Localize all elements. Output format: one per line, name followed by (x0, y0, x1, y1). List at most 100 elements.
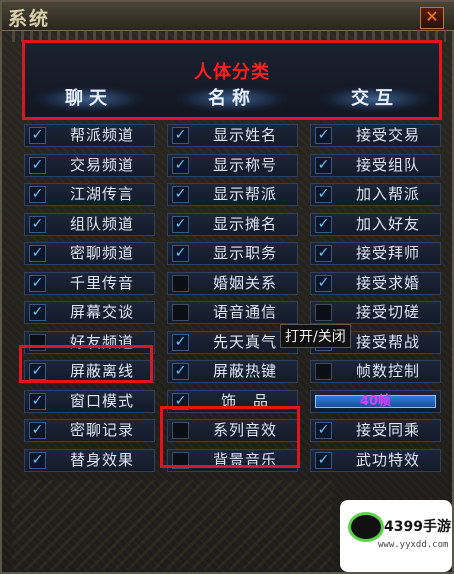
checkmark-icon[interactable]: ✓ (315, 245, 332, 262)
tab-chat[interactable]: 聊天 (34, 86, 144, 112)
checkmark-icon[interactable]: ✓ (315, 274, 332, 292)
option-col3-3[interactable]: ✓ 加入好友 (310, 212, 441, 236)
option-col2-10[interactable]: 系列音效 (167, 419, 298, 442)
option-col2-8[interactable]: ✓ 屏蔽热键 (167, 360, 298, 383)
checkbox-empty-icon[interactable] (172, 451, 189, 469)
option-label: 接受组队 (355, 155, 420, 174)
checkmark-icon[interactable]: ✓ (172, 333, 189, 351)
option-col2-6[interactable]: 语音通信 (167, 301, 298, 324)
checkmark-icon[interactable]: ✓ (315, 156, 332, 174)
option-col1-8[interactable]: ✓ 屏蔽离线 (24, 360, 155, 383)
option-col1-4[interactable]: ✓ 密聊频道 (24, 242, 155, 265)
option-col2-2[interactable]: ✓ 显示帮派 (167, 183, 298, 206)
option-label: 接受切磋 (355, 303, 420, 321)
option-label: 语音通信 (212, 303, 277, 321)
checkmark-icon[interactable]: ✓ (29, 451, 46, 469)
checkmark-icon[interactable]: ✓ (315, 422, 332, 439)
checkmark-icon[interactable]: ✓ (29, 245, 46, 262)
checkmark-icon[interactable]: ✓ (29, 392, 46, 410)
close-icon[interactable]: ✕ (420, 7, 444, 29)
option-col2-9[interactable]: ✓ 饰 品 (167, 389, 298, 413)
option-col2-5[interactable]: 婚姻关系 (167, 271, 298, 295)
option-col2-4[interactable]: ✓ 显示职务 (167, 242, 298, 265)
checkmark-icon[interactable]: ✓ (172, 363, 189, 380)
option-label: 交易频道 (69, 155, 134, 174)
checkmark-icon[interactable]: ✓ (172, 392, 189, 410)
option-col3-0[interactable]: ✓ 接受交易 (310, 124, 441, 147)
checkmark-icon[interactable]: ✓ (29, 215, 46, 233)
checkmark-icon[interactable]: ✓ (29, 274, 46, 292)
checkmark-icon[interactable]: ✓ (315, 451, 332, 469)
tab-name[interactable]: 名称 (177, 86, 287, 112)
checkmark-icon[interactable]: ✓ (29, 156, 46, 174)
checkbox-empty-icon[interactable] (315, 363, 332, 380)
option-col3-10[interactable]: ✓ 接受同乘 (310, 419, 441, 442)
option-label: 好友频道 (69, 332, 134, 351)
checkbox-empty-icon[interactable] (172, 422, 189, 439)
option-col3-1[interactable]: ✓ 接受组队 (310, 153, 441, 177)
checkbox-empty-icon[interactable] (172, 274, 189, 292)
option-label: 显示帮派 (212, 185, 277, 203)
option-col3-2[interactable]: ✓ 加入帮派 (310, 183, 441, 206)
option-col3-5[interactable]: ✓ 接受求婚 (310, 271, 441, 295)
checkmark-icon[interactable]: ✓ (29, 127, 46, 144)
option-col1-10[interactable]: ✓ 密聊记录 (24, 419, 155, 442)
option-label: 显示职务 (212, 244, 277, 262)
checkbox-empty-icon[interactable] (29, 333, 46, 351)
option-col1-11[interactable]: ✓ 替身效果 (24, 448, 155, 472)
option-label: 武功特效 (355, 450, 420, 469)
option-col1-9[interactable]: ✓ 窗口模式 (24, 389, 155, 413)
title-bar: 系统 ✕ (2, 2, 454, 31)
checkmark-icon[interactable]: ✓ (315, 186, 332, 203)
option-col1-0[interactable]: ✓ 帮派频道 (24, 124, 155, 147)
option-label: 密聊记录 (69, 421, 134, 439)
option-label: 屏幕交谈 (69, 303, 134, 321)
option-label: 背景音乐 (212, 450, 277, 469)
option-label: 饰 品 (220, 391, 269, 410)
option-col2-7[interactable]: ✓ 先天真气 (167, 330, 298, 354)
checkmark-icon[interactable]: ✓ (315, 127, 332, 144)
checkmark-icon[interactable]: ✓ (172, 245, 189, 262)
option-col3-9[interactable]: 40帧 (310, 389, 441, 413)
option-label: 接受交易 (355, 126, 420, 144)
checkmark-icon[interactable]: ✓ (315, 215, 332, 233)
checkmark-icon[interactable]: ✓ (172, 215, 189, 233)
category-panel: 人体分类 聊天 名称 交互 (22, 42, 442, 120)
option-col1-2[interactable]: ✓ 江湖传言 (24, 183, 155, 206)
option-col3-11[interactable]: ✓ 武功特效 (310, 448, 441, 472)
window-title: 系统 (8, 8, 51, 30)
option-label: 帮派频道 (69, 126, 134, 144)
option-label: 替身效果 (69, 450, 134, 469)
checkbox-empty-icon[interactable] (315, 304, 332, 321)
checkmark-icon[interactable]: ✓ (29, 304, 46, 321)
checkmark-icon[interactable]: ✓ (29, 363, 46, 380)
option-col2-11[interactable]: 背景音乐 (167, 448, 298, 472)
checkmark-icon[interactable]: ✓ (29, 186, 46, 203)
option-col3-4[interactable]: ✓ 接受拜师 (310, 242, 441, 265)
ornament-divider (12, 30, 446, 42)
checkmark-icon[interactable]: ✓ (29, 422, 46, 439)
option-label: 屏蔽离线 (69, 362, 134, 380)
option-col2-1[interactable]: ✓ 显示称号 (167, 153, 298, 177)
checkbox-empty-icon[interactable] (172, 304, 189, 321)
option-col1-6[interactable]: ✓ 屏幕交谈 (24, 301, 155, 324)
option-col1-7[interactable]: 好友频道 (24, 330, 155, 354)
checkmark-icon[interactable]: ✓ (172, 156, 189, 174)
checkmark-icon[interactable]: ✓ (172, 127, 189, 144)
option-label: 系列音效 (212, 421, 277, 439)
option-col1-1[interactable]: ✓ 交易频道 (24, 153, 155, 177)
option-label: 屏蔽热键 (212, 362, 277, 380)
option-label: 组队频道 (69, 214, 134, 233)
checkmark-icon[interactable]: ✓ (172, 186, 189, 203)
fps-value: 40帧 (359, 393, 392, 409)
category-title: 人体分类 (194, 62, 270, 83)
option-label: 接受求婚 (355, 273, 420, 292)
option-col2-3[interactable]: ✓ 显示摊名 (167, 212, 298, 236)
option-col1-3[interactable]: ✓ 组队频道 (24, 212, 155, 236)
tab-interact[interactable]: 交互 (320, 86, 430, 112)
option-col1-5[interactable]: ✓ 千里传音 (24, 271, 155, 295)
option-col2-0[interactable]: ✓ 显示姓名 (167, 124, 298, 147)
option-col3-8[interactable]: 帧数控制 (310, 360, 441, 383)
option-col3-6[interactable]: 接受切磋 (310, 301, 441, 324)
tooltip: 打开/关闭 (280, 324, 351, 348)
